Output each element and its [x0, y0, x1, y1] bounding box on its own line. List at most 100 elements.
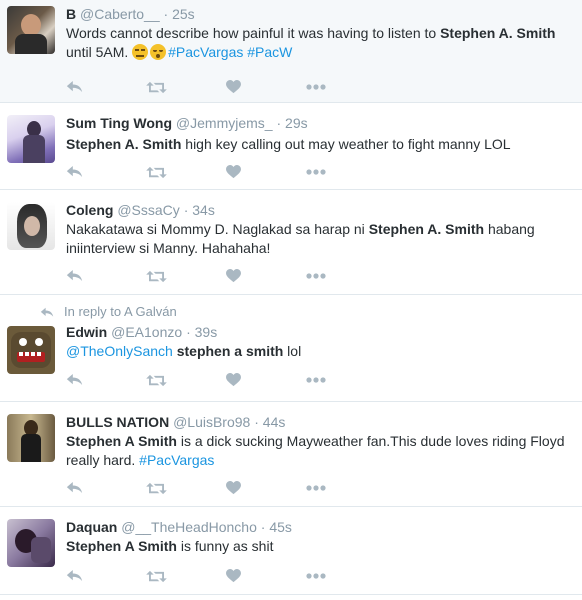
more-icon [306, 573, 326, 579]
more-button[interactable] [306, 169, 386, 175]
text-segment: Nakakatawa si Mommy D. Naglakad sa harap… [66, 221, 369, 237]
text-segment: lol [283, 343, 302, 359]
reply-button[interactable] [66, 80, 146, 94]
tweet-item[interactable]: Sum Ting Wong @Jemmyjems_ · 29s Stephen … [0, 103, 582, 190]
reply-button[interactable] [66, 569, 146, 583]
sleepy-face-emoji [150, 44, 167, 60]
retweet-button[interactable] [146, 481, 226, 496]
more-button[interactable] [306, 377, 386, 383]
author-name[interactable]: B [66, 6, 76, 22]
reply-context-label[interactable]: In reply to A Galván [64, 303, 177, 321]
tweet-actions [66, 476, 574, 500]
author-handle[interactable]: @SssaCy [117, 202, 179, 218]
hashtag-link[interactable]: #PacVargas [139, 452, 214, 468]
author-name[interactable]: Edwin [66, 324, 107, 340]
tweet-item[interactable]: Daquan @__TheHeadHoncho · 45s Stephen A … [0, 507, 582, 595]
more-icon [306, 169, 326, 175]
retweet-button[interactable] [146, 80, 226, 95]
hashtag-link[interactable]: #PacVargas [168, 44, 243, 60]
unamused-face-emoji [132, 44, 149, 60]
tweet-header: BULLS NATION @LuisBro98 · 44s [66, 413, 574, 431]
text-segment: until 5AM. [66, 44, 133, 60]
tweet-actions [66, 264, 574, 288]
more-button[interactable] [306, 485, 386, 491]
avatar[interactable] [7, 519, 55, 567]
tweet-text: @TheOnlySanch stephen a smith lol [66, 342, 574, 361]
separator-dot: · [183, 202, 189, 218]
more-button[interactable] [306, 573, 386, 579]
author-handle[interactable]: @__TheHeadHoncho [121, 519, 257, 535]
separator-dot: · [276, 115, 282, 131]
tweet-actions [66, 75, 574, 99]
author-handle[interactable]: @Jemmyjems_ [176, 115, 273, 131]
retweet-button[interactable] [146, 269, 226, 284]
text-segment: high key calling out may weather to figh… [181, 136, 511, 152]
highlighted-term: Stephen A Smith [66, 433, 177, 449]
timestamp[interactable]: 44s [263, 414, 286, 430]
author-name[interactable]: Coleng [66, 202, 113, 218]
reply-icon [66, 165, 83, 179]
avatar[interactable] [7, 115, 55, 163]
tweet-header: Edwin @EA1onzo · 39s [66, 323, 574, 341]
like-icon [226, 80, 241, 94]
author-handle[interactable]: @Caberto__ [80, 6, 160, 22]
reply-button[interactable] [66, 481, 146, 495]
hashtag-link[interactable]: #PacW [247, 44, 292, 60]
timestamp[interactable]: 25s [172, 6, 195, 22]
like-icon [226, 481, 241, 495]
more-button[interactable] [306, 84, 386, 90]
reply-arrow-icon [40, 307, 54, 318]
like-button[interactable] [226, 569, 306, 583]
reply-icon [66, 373, 83, 387]
author-name[interactable]: Daquan [66, 519, 117, 535]
tweet-actions [66, 368, 574, 392]
author-name[interactable]: Sum Ting Wong [66, 115, 172, 131]
like-button[interactable] [226, 481, 306, 495]
avatar[interactable] [7, 326, 55, 374]
mention-link[interactable]: @TheOnlySanch [66, 343, 173, 359]
timestamp[interactable]: 34s [192, 202, 215, 218]
more-button[interactable] [306, 273, 386, 279]
tweet-header: Coleng @SssaCy · 34s [66, 201, 574, 219]
retweet-button[interactable] [146, 373, 226, 388]
highlighted-term: Stephen A Smith [66, 538, 177, 554]
tweet-stream: B @Caberto__ · 25s Words cannot describe… [0, 0, 582, 595]
timestamp[interactable]: 45s [269, 519, 292, 535]
like-button[interactable] [226, 80, 306, 94]
retweet-icon [146, 481, 167, 496]
like-button[interactable] [226, 165, 306, 179]
reply-icon [66, 569, 83, 583]
tweet-item[interactable]: B @Caberto__ · 25s Words cannot describe… [0, 0, 582, 103]
tweet-text: Words cannot describe how painful it was… [66, 24, 574, 62]
reply-button[interactable] [66, 373, 146, 387]
separator-dot: · [254, 414, 259, 430]
tweet-header: B @Caberto__ · 25s [66, 5, 574, 23]
like-button[interactable] [226, 269, 306, 283]
retweet-button[interactable] [146, 165, 226, 180]
avatar[interactable] [7, 202, 55, 250]
like-icon [226, 165, 241, 179]
avatar[interactable] [7, 414, 55, 462]
reply-button[interactable] [66, 269, 146, 283]
tweet-item[interactable]: In reply to A Galván Edwin @EA1onzo · 39… [0, 295, 582, 402]
retweet-icon [146, 569, 167, 584]
tweet-actions [66, 160, 574, 184]
retweet-button[interactable] [146, 569, 226, 584]
timestamp[interactable]: 39s [195, 324, 218, 340]
more-icon [306, 84, 326, 90]
reply-context[interactable]: In reply to A Galván [40, 303, 574, 321]
timestamp[interactable]: 29s [285, 115, 308, 131]
reply-button[interactable] [66, 165, 146, 179]
like-button[interactable] [226, 373, 306, 387]
tweet-item[interactable]: Coleng @SssaCy · 34s Nakakatawa si Mommy… [0, 190, 582, 295]
reply-icon [66, 80, 83, 94]
tweet-header: Daquan @__TheHeadHoncho · 45s [66, 518, 574, 536]
avatar[interactable] [7, 6, 55, 54]
author-handle[interactable]: @LuisBro98 [173, 414, 250, 430]
like-icon [226, 373, 241, 387]
like-icon [226, 569, 241, 583]
author-handle[interactable]: @EA1onzo [111, 324, 182, 340]
like-icon [226, 269, 241, 283]
author-name[interactable]: BULLS NATION [66, 414, 169, 430]
tweet-item[interactable]: BULLS NATION @LuisBro98 · 44s Stephen A … [0, 402, 582, 507]
